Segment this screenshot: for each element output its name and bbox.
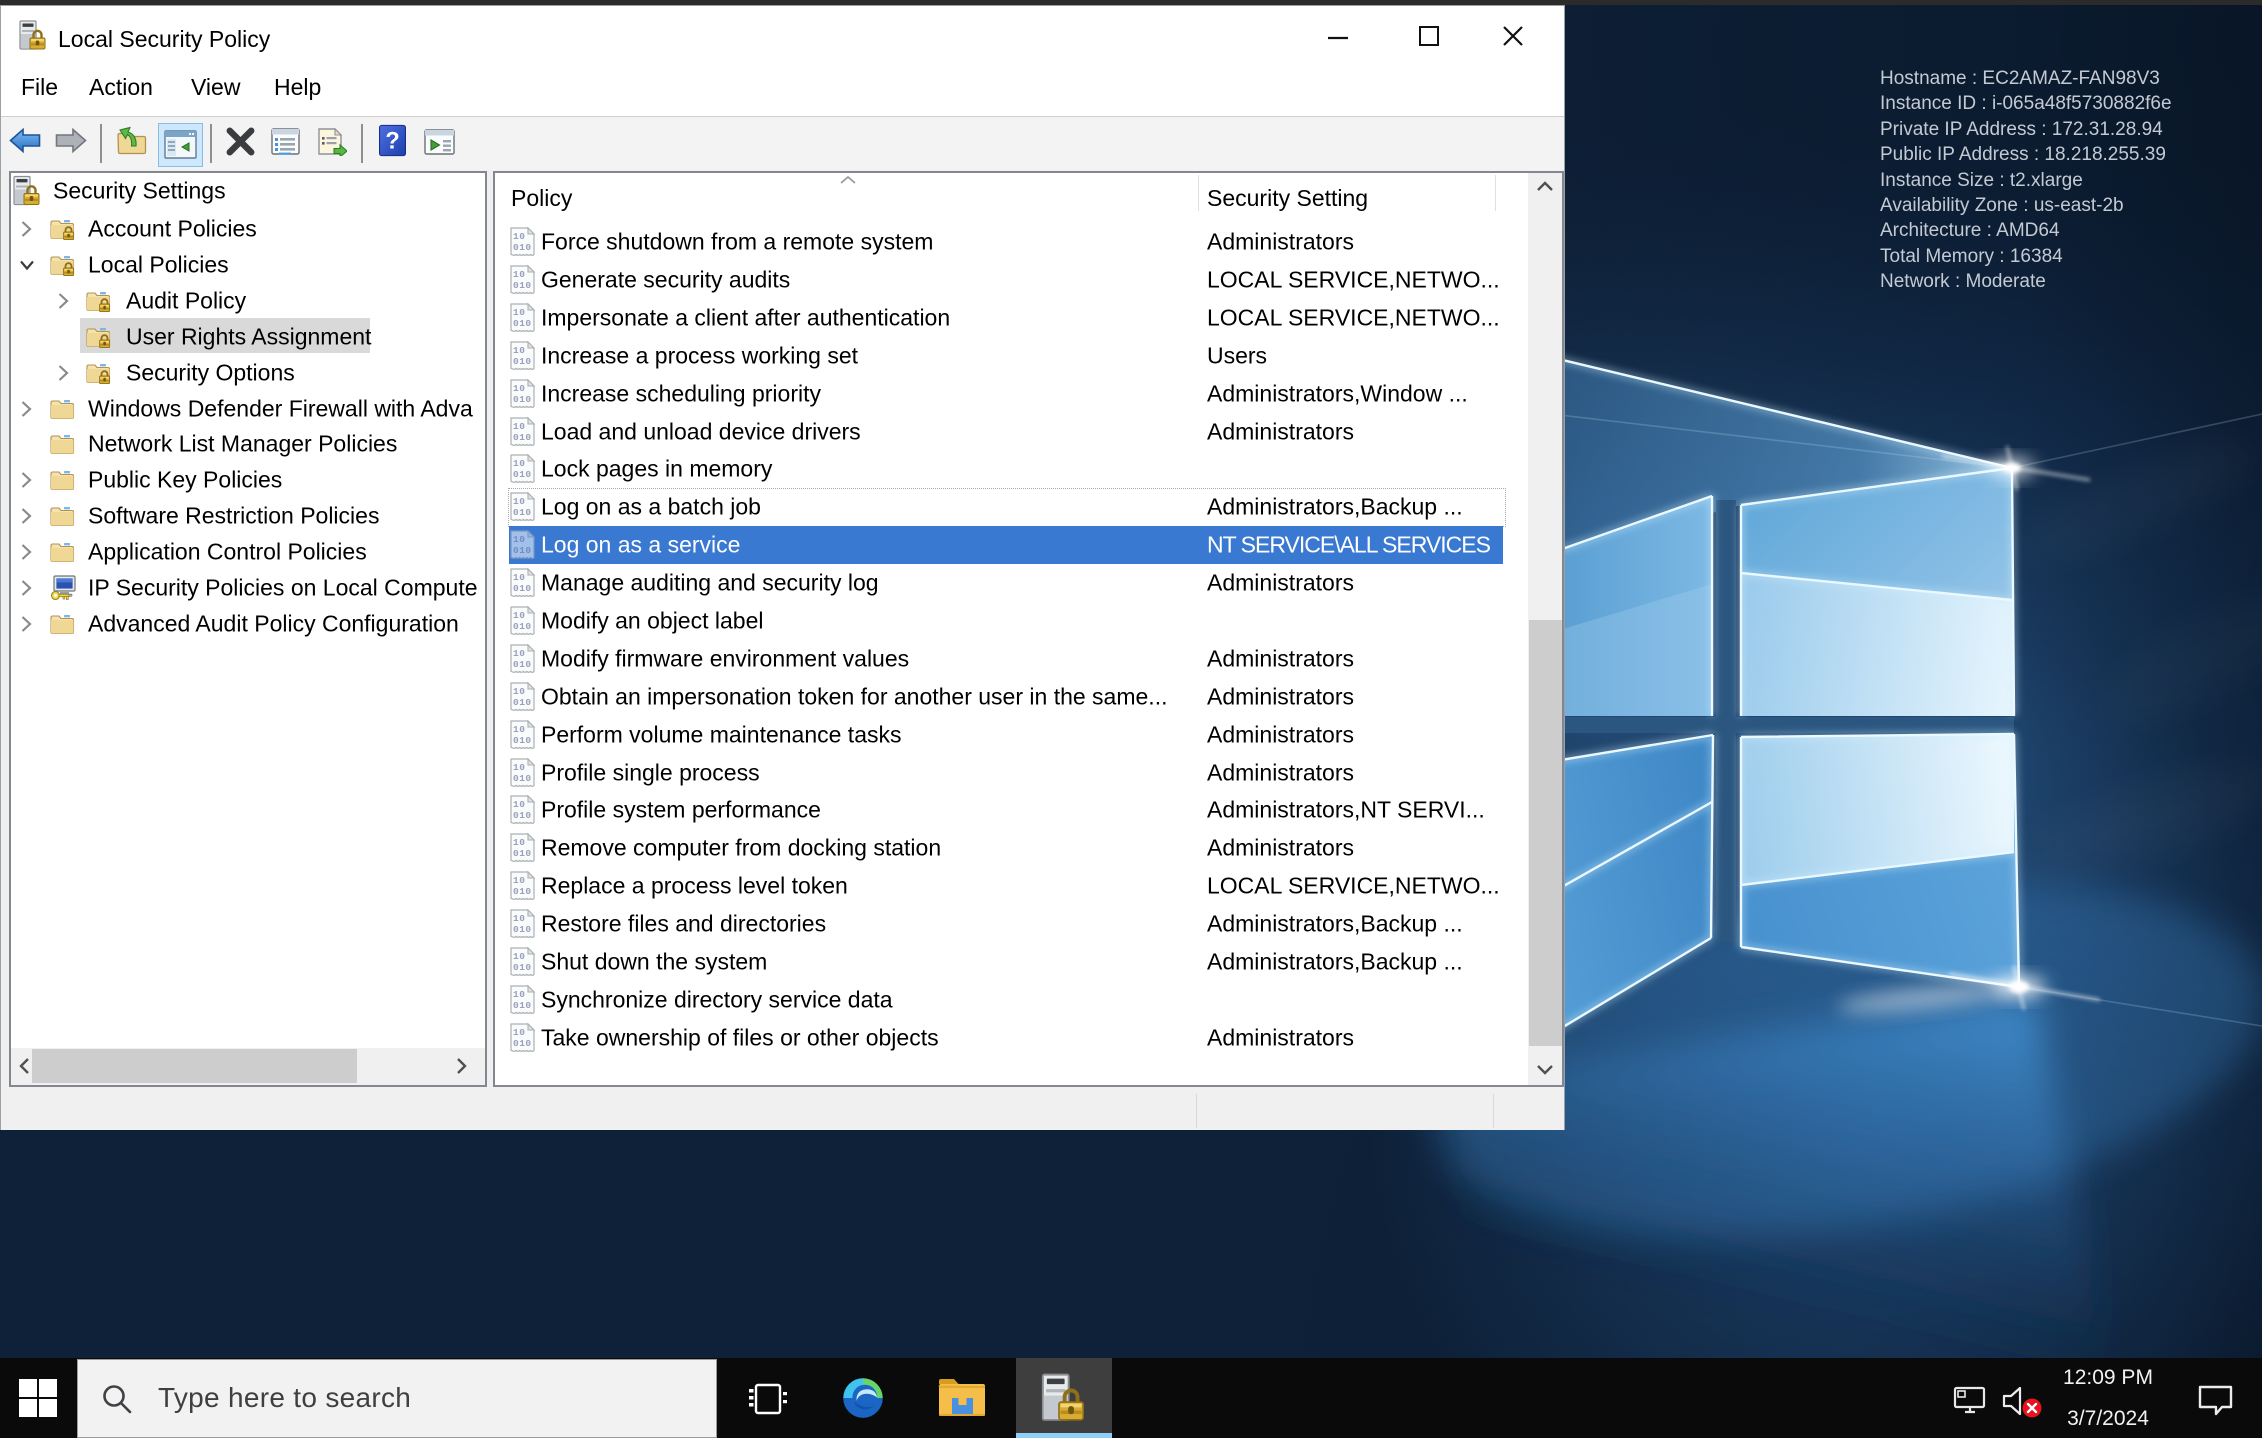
svg-text:10: 10: [513, 345, 525, 356]
svg-text:010: 010: [513, 962, 532, 973]
svg-text:010: 010: [513, 432, 532, 443]
svg-text:10: 10: [513, 989, 525, 1000]
svg-text:010: 010: [513, 621, 532, 632]
svg-text:10: 10: [513, 269, 525, 280]
svg-text:010: 010: [513, 469, 532, 480]
svg-text:010: 010: [513, 924, 532, 935]
svg-text:10: 10: [513, 231, 525, 242]
svg-text:010: 010: [513, 545, 532, 556]
svg-text:010: 010: [513, 318, 532, 329]
svg-text:010: 010: [513, 356, 532, 367]
svg-text:010: 010: [513, 394, 532, 405]
svg-text:010: 010: [513, 810, 532, 821]
svg-text:10: 10: [513, 496, 525, 507]
svg-text:010: 010: [513, 507, 532, 518]
svg-text:10: 10: [513, 383, 525, 394]
svg-text:010: 010: [513, 1038, 532, 1049]
svg-text:10: 10: [513, 762, 525, 773]
svg-text:10: 10: [513, 610, 525, 621]
svg-text:010: 010: [513, 735, 532, 746]
svg-text:010: 010: [513, 697, 532, 708]
svg-text:010: 010: [513, 242, 532, 253]
svg-text:10: 10: [513, 724, 525, 735]
svg-text:10: 10: [513, 913, 525, 924]
svg-text:010: 010: [513, 583, 532, 594]
svg-text:10: 10: [513, 875, 525, 886]
svg-text:10: 10: [513, 799, 525, 810]
svg-text:?: ?: [385, 128, 400, 155]
svg-text:010: 010: [513, 886, 532, 897]
svg-text:10: 10: [513, 648, 525, 659]
svg-text:010: 010: [513, 773, 532, 784]
svg-text:10: 10: [513, 837, 525, 848]
svg-text:10: 10: [513, 572, 525, 583]
svg-text:010: 010: [513, 280, 532, 291]
svg-text:10: 10: [513, 686, 525, 697]
svg-text:010: 010: [513, 1000, 532, 1011]
svg-text:010: 010: [513, 659, 532, 670]
svg-text:010: 010: [513, 848, 532, 859]
svg-text:10: 10: [513, 951, 525, 962]
svg-text:10: 10: [513, 421, 525, 432]
svg-text:10: 10: [513, 307, 525, 318]
svg-text:10: 10: [513, 1027, 525, 1038]
svg-text:10: 10: [513, 458, 525, 469]
svg-text:10: 10: [513, 534, 525, 545]
